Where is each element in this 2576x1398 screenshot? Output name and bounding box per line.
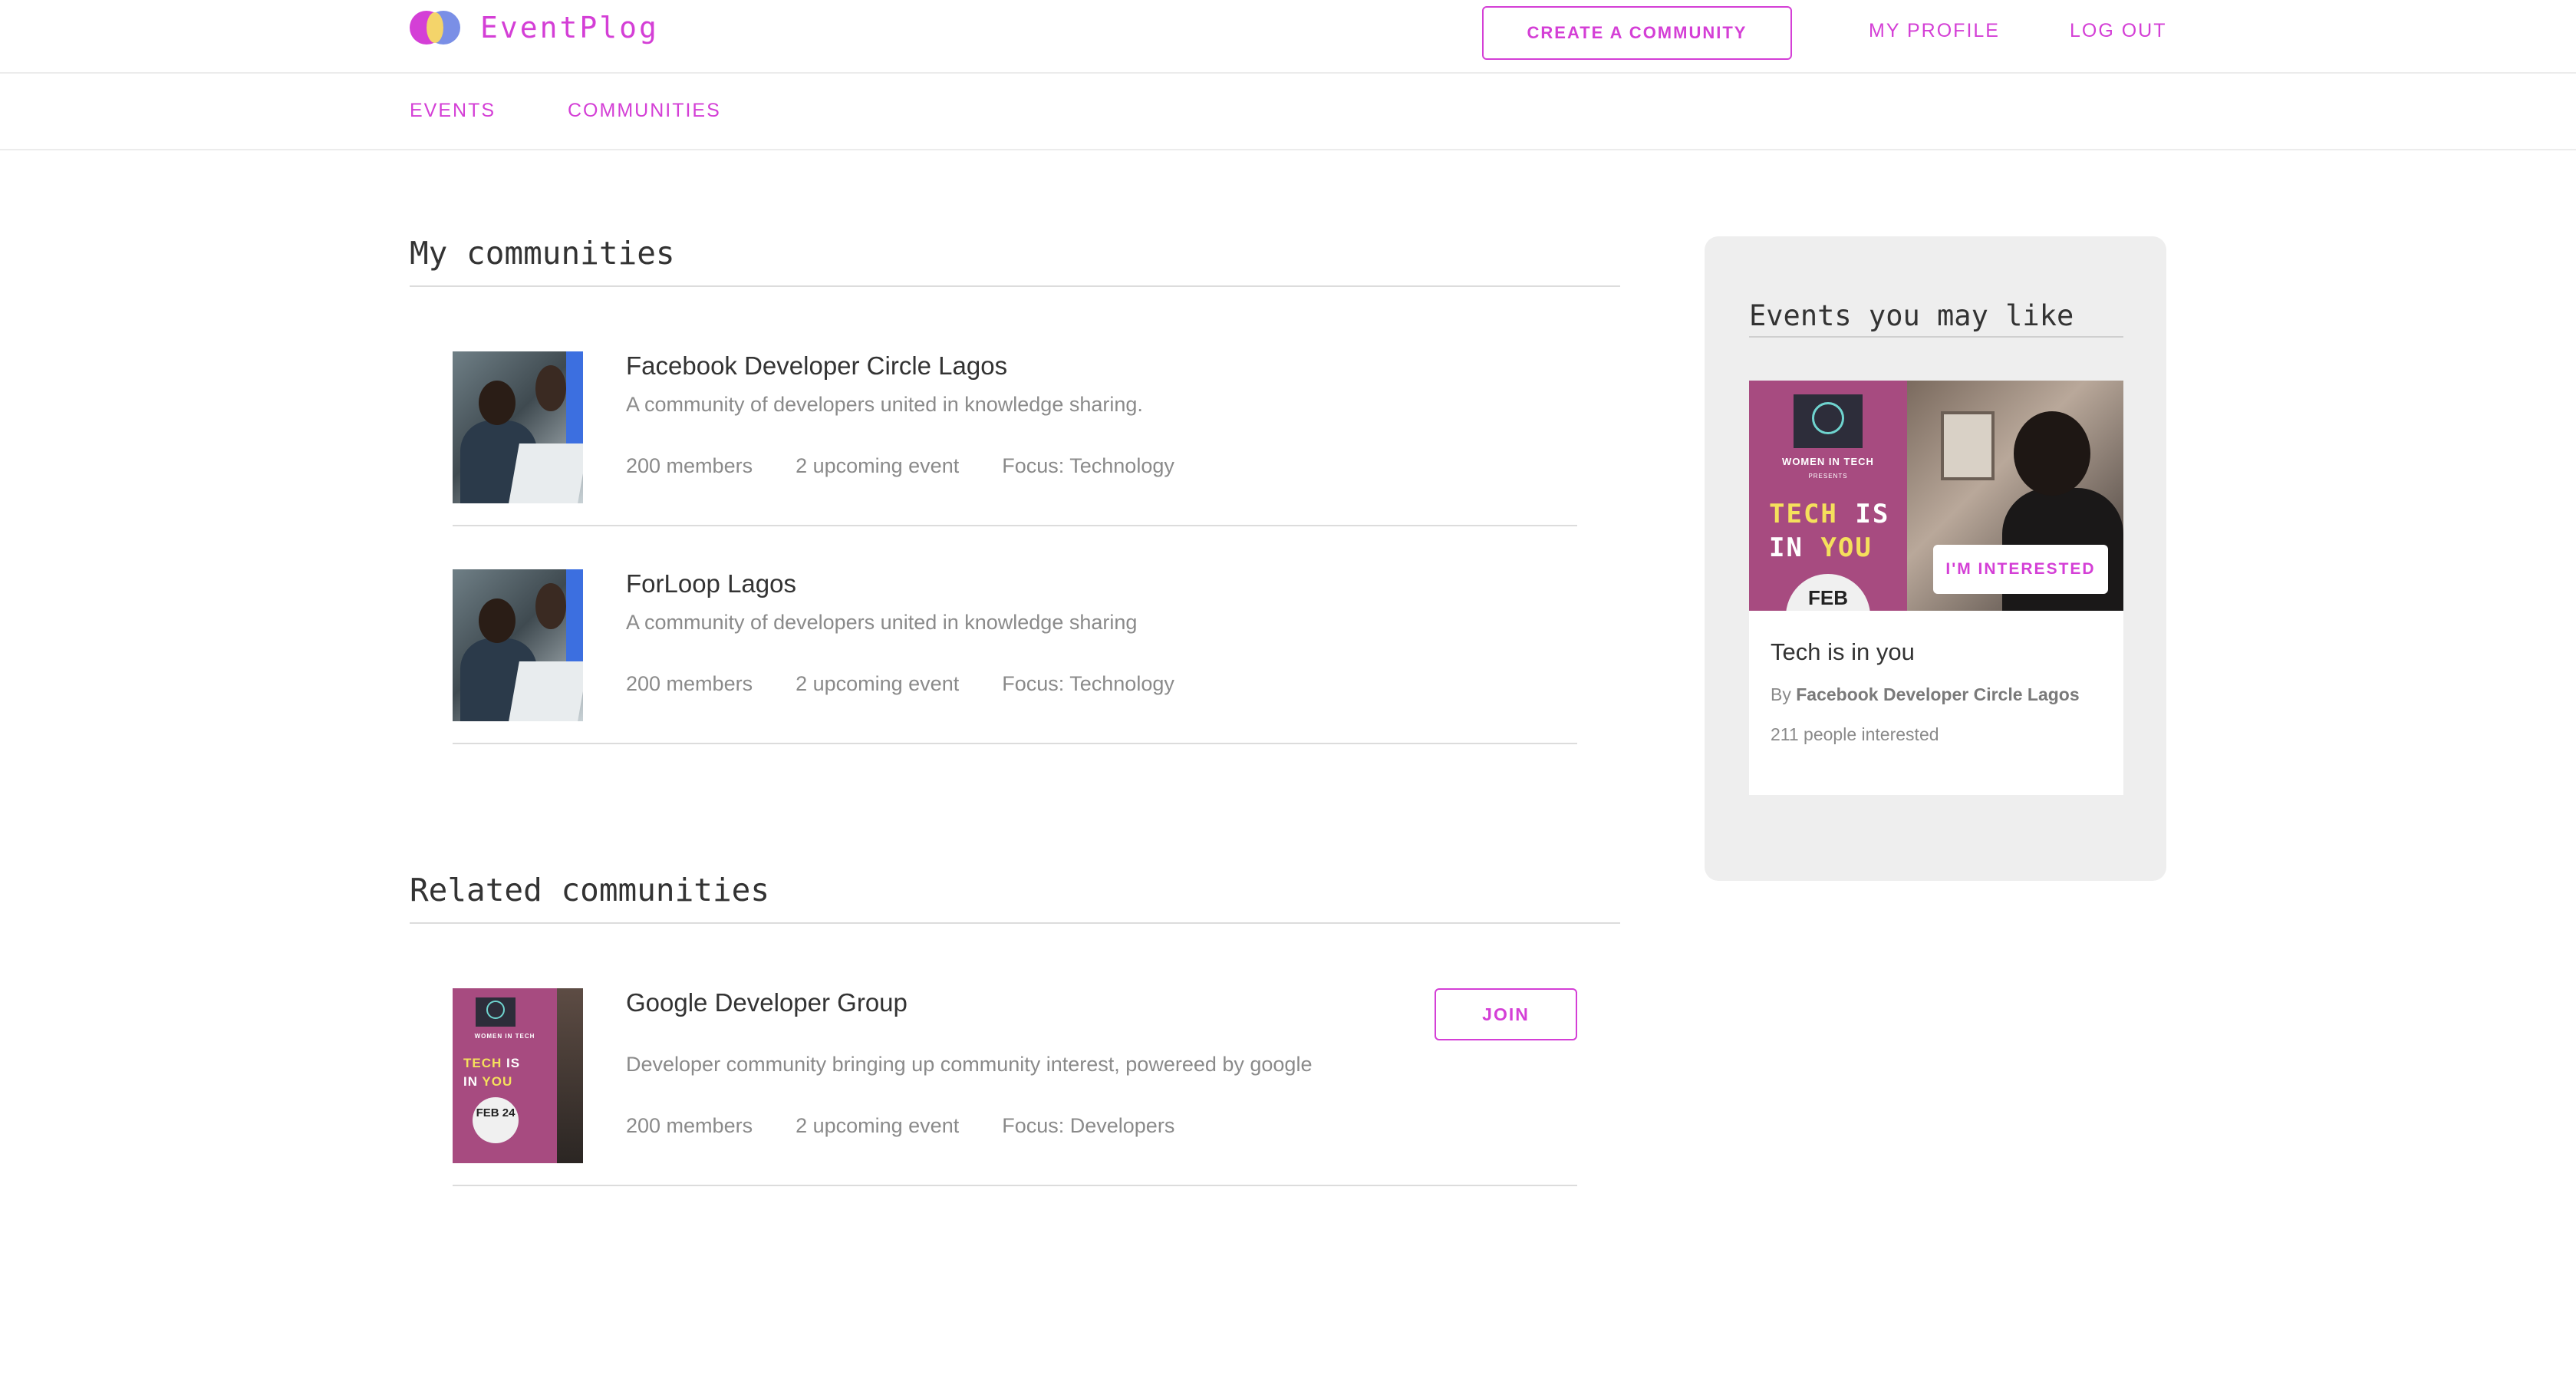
poster-presents: PRESENTS [1808, 473, 1848, 480]
app-logo[interactable]: EventPlog [410, 11, 659, 45]
community-name[interactable]: Facebook Developer Circle Lagos [626, 351, 1007, 381]
my-communities-heading: My communities [410, 235, 675, 272]
upcoming-events: 2 upcoming event [796, 672, 960, 695]
poster-text: IS [506, 1056, 521, 1070]
event-organizer: By Facebook Developer Circle Lagos [1771, 684, 2080, 705]
logo-circles-icon [410, 11, 460, 45]
by-label: By [1771, 684, 1791, 704]
community-focus: Focus: Technology [1002, 454, 1174, 477]
event-card[interactable]: WOMEN IN TECH PRESENTS TECH IS IN YOU FE… [1749, 381, 2123, 795]
upcoming-events: 2 upcoming event [796, 454, 960, 477]
divider [453, 1185, 1577, 1186]
community-thumbnail: WOMEN IN TECH TECH IS IN YOU FEB 24 [453, 988, 583, 1163]
community-focus: Focus: Technology [1002, 672, 1174, 695]
interested-count: 211 people interested [1771, 724, 1939, 744]
app-name: EventPlog [480, 11, 659, 45]
divider [453, 525, 1577, 526]
poster-org: WOMEN IN TECH [474, 1033, 535, 1040]
divider [410, 922, 1620, 924]
top-navbar: EventPlog CREATE A COMMUNITY MY PROFILE … [0, 0, 2576, 74]
community-meta: 200 members 2 upcoming event Focus: Tech… [626, 672, 1217, 696]
community-meta: 200 members 2 upcoming event Focus: Deve… [626, 1114, 1217, 1138]
divider [453, 743, 1577, 744]
community-thumbnail [453, 569, 583, 721]
poster-text: YOU [1820, 532, 1873, 563]
related-communities-heading: Related communities [410, 872, 769, 908]
my-profile-link[interactable]: MY PROFILE [1869, 20, 2000, 42]
sidebar-title: Events you may like [1749, 299, 2074, 332]
organizer-name: Facebook Developer Circle Lagos [1796, 684, 2080, 704]
community-row[interactable]: Facebook Developer Circle Lagos A commun… [453, 351, 1577, 528]
poster-org: WOMEN IN TECH [1782, 456, 1874, 467]
community-meta: 200 members 2 upcoming event Focus: Tech… [626, 454, 1217, 478]
upcoming-events: 2 upcoming event [796, 1114, 960, 1137]
events-sidebar: Events you may like WOMEN IN TECH PRESEN… [1705, 236, 2166, 881]
poster-text: IN [1769, 532, 1804, 563]
log-out-link[interactable]: LOG OUT [2070, 20, 2167, 42]
tab-events[interactable]: EVENTS [410, 100, 496, 122]
tab-communities[interactable]: COMMUNITIES [568, 100, 721, 122]
divider [1749, 336, 2123, 338]
poster-text: YOU [482, 1074, 513, 1089]
poster-text: TECH [1769, 499, 1838, 529]
community-focus: Focus: Developers [1002, 1114, 1175, 1137]
join-button[interactable]: JOIN [1435, 988, 1577, 1040]
sub-navbar: EVENTS COMMUNITIES [0, 74, 2576, 150]
poster-text: IN [463, 1074, 478, 1089]
member-count: 200 members [626, 1114, 753, 1137]
event-title[interactable]: Tech is in you [1771, 638, 1915, 666]
interested-button[interactable]: I'M INTERESTED [1933, 545, 2108, 594]
create-community-button[interactable]: CREATE A COMMUNITY [1482, 6, 1792, 60]
community-name[interactable]: Google Developer Group [626, 988, 908, 1017]
poster-text: IS [1855, 499, 1890, 529]
community-description: A community of developers united in know… [626, 393, 1143, 416]
community-thumbnail [453, 351, 583, 503]
community-description: Developer community bringing up communit… [626, 1053, 1313, 1076]
member-count: 200 members [626, 672, 753, 695]
poster-date: FEB 24 [473, 1097, 519, 1143]
divider [410, 285, 1620, 287]
member-count: 200 members [626, 454, 753, 477]
community-name[interactable]: ForLoop Lagos [626, 569, 796, 598]
poster-text: TECH [463, 1056, 502, 1070]
community-row[interactable]: WOMEN IN TECH TECH IS IN YOU FEB 24 Goog… [453, 988, 1577, 1188]
event-poster-image: WOMEN IN TECH PRESENTS TECH IS IN YOU FE… [1749, 381, 2123, 611]
community-description: A community of developers united in know… [626, 611, 1138, 634]
community-row[interactable]: ForLoop Lagos A community of developers … [453, 569, 1577, 746]
